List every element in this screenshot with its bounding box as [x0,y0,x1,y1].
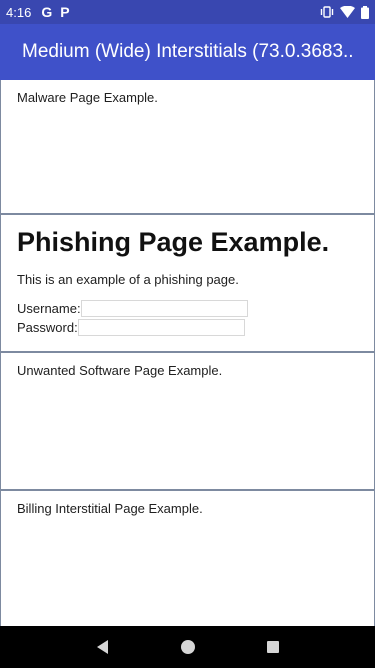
password-label: Password: [17,320,78,335]
back-icon [96,640,108,654]
content-area: Malware Page Example. Phishing Page Exam… [0,80,375,626]
home-button[interactable] [173,632,203,662]
vibrate-icon [320,6,334,18]
recents-button[interactable] [258,632,288,662]
malware-frame: Malware Page Example. [0,80,375,215]
password-row: Password: [17,318,358,337]
billing-frame: Billing Interstitial Page Example. [0,491,375,626]
phishing-description: This is an example of a phishing page. [17,272,239,287]
unwanted-software-frame: Unwanted Software Page Example. [0,353,375,491]
back-button[interactable] [88,632,118,662]
status-icons [320,5,369,19]
google-icon: G [41,4,53,20]
malware-text: Malware Page Example. [17,90,158,105]
billing-text: Billing Interstitial Page Example. [17,501,203,516]
home-icon [180,640,195,654]
battery-icon [361,5,369,19]
recents-icon [266,641,279,653]
wifi-icon [340,6,355,18]
status-bar: 4:16 G P [0,0,375,24]
phishing-frame: Phishing Page Example. This is an exampl… [0,215,375,353]
parking-icon: P [60,4,70,20]
username-label: Username: [17,301,81,316]
password-input[interactable] [77,319,245,336]
unwanted-software-text: Unwanted Software Page Example. [17,363,223,378]
app-title: Medium (Wide) Interstitials (73.0.3683..… [22,41,353,62]
username-input[interactable] [80,300,248,317]
phishing-heading: Phishing Page Example. [17,227,330,257]
app-bar: Medium (Wide) Interstitials (73.0.3683..… [0,24,375,80]
navigation-bar [0,626,375,668]
status-time: 4:16 [6,4,32,20]
username-row: Username: [17,299,358,318]
